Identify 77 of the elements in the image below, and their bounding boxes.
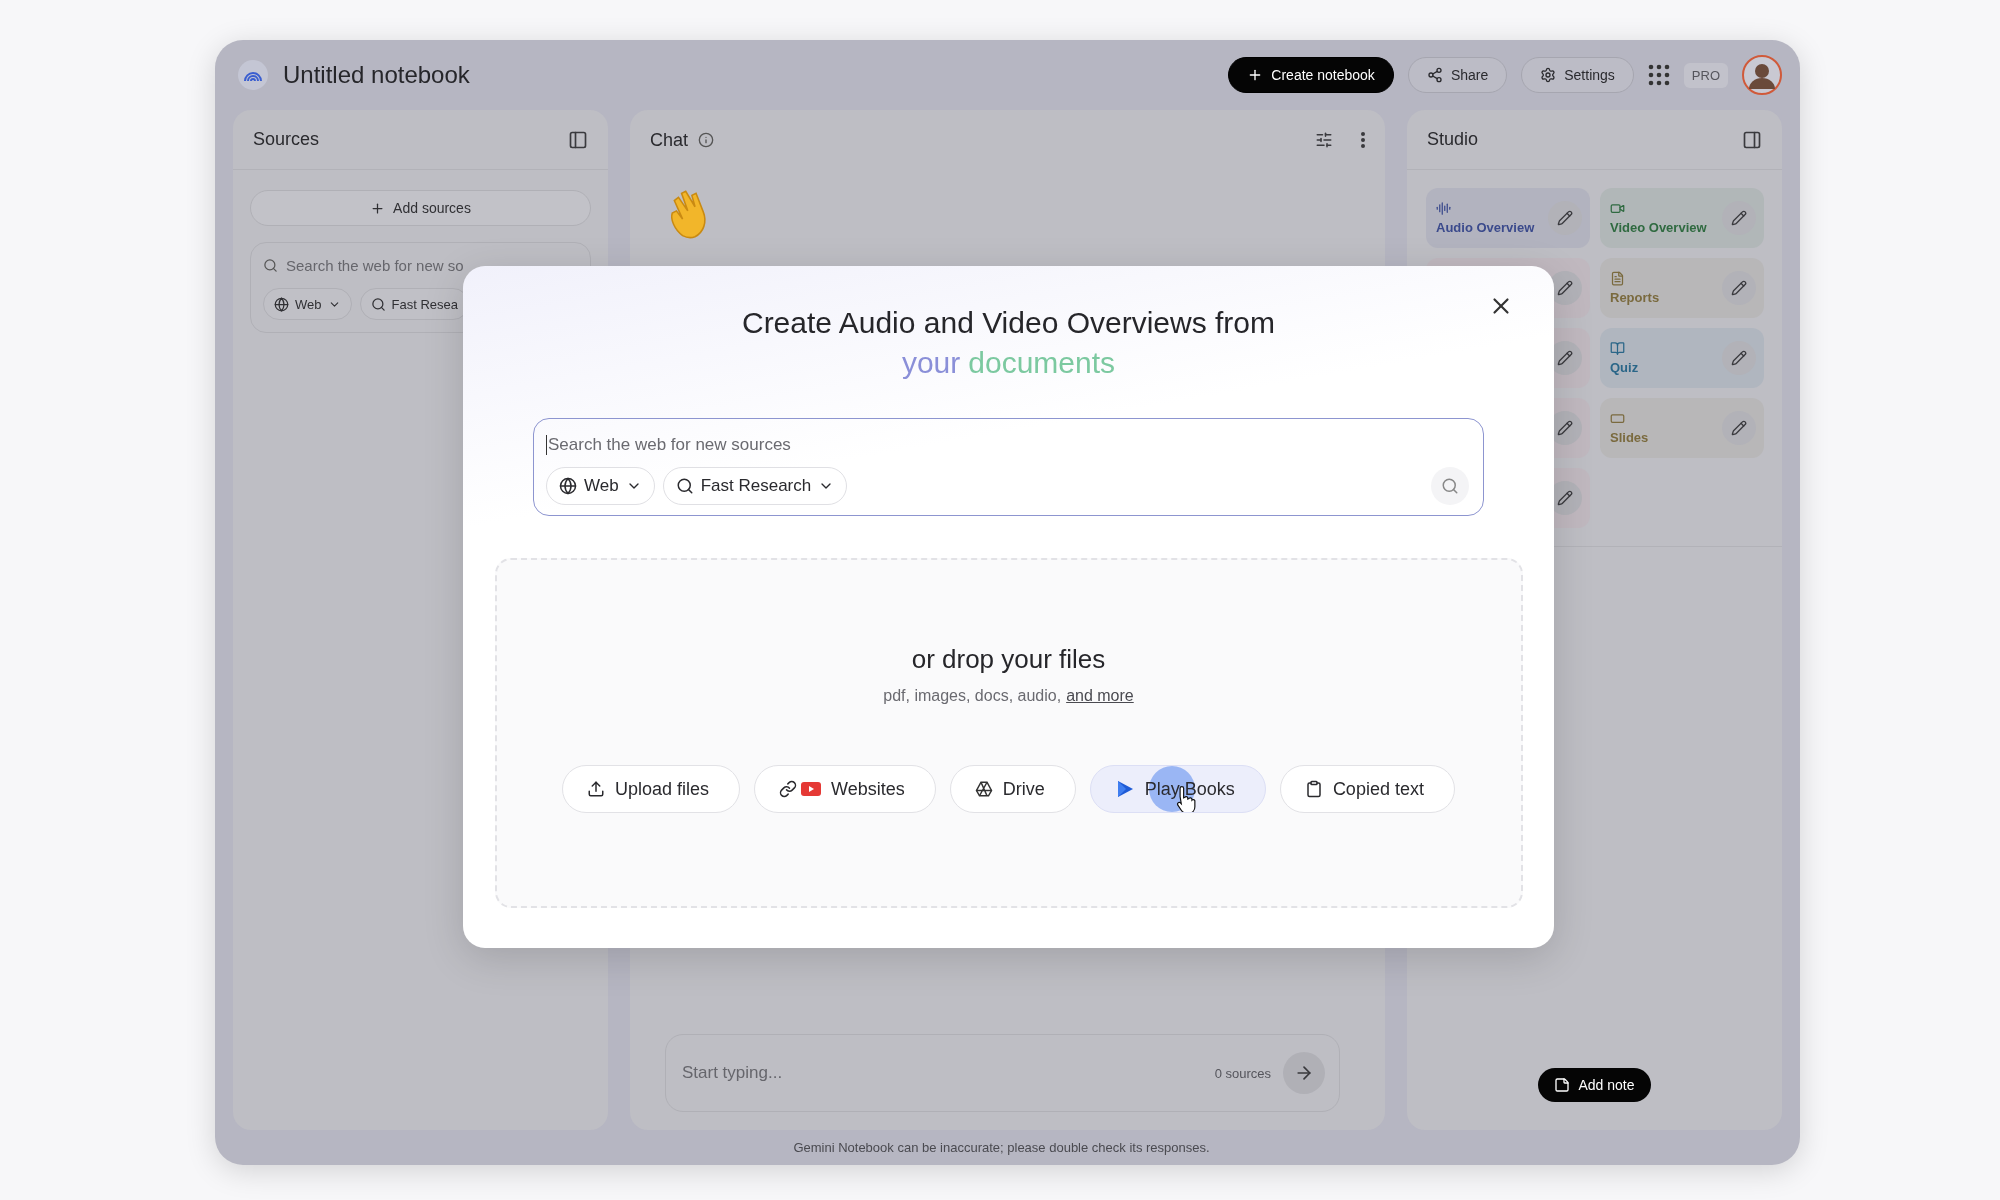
filter-chip[interactable]: Fast Research [662, 467, 848, 505]
edit-button[interactable] [1722, 271, 1756, 305]
send-button[interactable] [1283, 1052, 1325, 1094]
link-icon [779, 780, 798, 798]
pencil-icon [1557, 420, 1573, 436]
notebook-title: Untitled notebook [283, 61, 471, 89]
apps-grid-icon[interactable] [1647, 64, 1670, 86]
upload-icon [587, 780, 606, 798]
edit-button[interactable] [1722, 201, 1756, 235]
drop-title: or drop your files [911, 644, 1106, 675]
info-icon [698, 132, 715, 148]
settings-button[interactable]: Settings [1521, 57, 1634, 93]
filter-chip[interactable]: Web [263, 288, 352, 320]
avatar[interactable] [1742, 55, 1782, 95]
drop-hint: pdf, images, docs, audio, [883, 687, 1062, 705]
more-icon [1361, 132, 1365, 148]
dialog-title: Create Audio and Video Overviews from [741, 306, 1276, 340]
chat-input[interactable]: Start typing... 0 sources [665, 1034, 1340, 1112]
add-sources-button[interactable]: Add sources [250, 190, 591, 226]
pencil-icon [1731, 420, 1747, 436]
search-icon [1441, 477, 1459, 495]
edit-button[interactable] [1548, 201, 1582, 235]
logo-icon [237, 59, 269, 91]
video-icon [1610, 201, 1625, 216]
panel-title: Chat [650, 129, 689, 151]
panel-icon [568, 129, 588, 150]
pencil-icon [1557, 490, 1573, 506]
search-icon [675, 477, 694, 495]
edit-button[interactable] [1722, 341, 1756, 375]
search-field[interactable]: Search the web for new sources [546, 435, 791, 455]
search-icon [263, 258, 278, 273]
pencil-icon [1731, 280, 1747, 296]
search-icon [370, 296, 386, 312]
waveform-icon [1436, 201, 1451, 216]
more-button[interactable] [1361, 132, 1365, 148]
pencil-icon [1557, 280, 1573, 296]
plus-icon [370, 200, 386, 216]
more-link[interactable]: and more [1066, 687, 1134, 705]
filter-chip[interactable]: Web [546, 467, 655, 505]
create-notebook-button[interactable]: Create notebook [1228, 57, 1394, 93]
globe-icon [274, 296, 289, 312]
book-icon [1610, 341, 1625, 356]
source-button[interactable]: Play Books [1089, 765, 1266, 813]
disclaimer-text: Gemini Notebook can be inaccurate; please double check its responses. [793, 1140, 1210, 1155]
dialog-title-highlight: documents [968, 346, 1116, 380]
add-note-button[interactable]: Add note [1538, 1068, 1651, 1102]
sliders-icon [1315, 131, 1333, 149]
video-play-icon [801, 782, 822, 796]
edit-button[interactable] [1722, 411, 1756, 445]
pencil-icon [1557, 210, 1573, 226]
panel-icon [1742, 129, 1762, 150]
slide-icon [1610, 411, 1625, 426]
pencil-icon [1731, 350, 1747, 366]
source-button[interactable]: Copied text [1279, 765, 1455, 813]
source-button[interactable]: Drive [949, 765, 1076, 813]
pencil-icon [1557, 350, 1573, 366]
panel-title: Sources [253, 129, 320, 150]
tune-button[interactable] [1315, 131, 1333, 149]
search-button[interactable] [1431, 467, 1469, 505]
share-button[interactable]: Share [1407, 57, 1508, 93]
source-button[interactable]: Websites [754, 765, 936, 813]
globe-icon [559, 477, 577, 495]
document-icon [1610, 271, 1625, 286]
note-icon [1554, 1077, 1571, 1093]
source-count: 0 sources [1214, 1065, 1271, 1081]
collapse-panel-button[interactable] [568, 129, 588, 150]
pencil-icon [1731, 210, 1747, 226]
triangle-icon [974, 780, 993, 798]
clipboard-icon [1304, 780, 1323, 798]
settings-icon [1540, 67, 1557, 83]
dialog-title-highlight: your [901, 346, 961, 380]
studio-tile[interactable]: Audio Overview [1426, 188, 1590, 248]
panel-title: Studio [1427, 129, 1479, 150]
share-icon [1426, 67, 1443, 83]
plan-badge: PRO [1683, 62, 1728, 88]
source-button[interactable]: Upload files [562, 765, 741, 813]
collapse-panel-button[interactable] [1742, 129, 1762, 150]
